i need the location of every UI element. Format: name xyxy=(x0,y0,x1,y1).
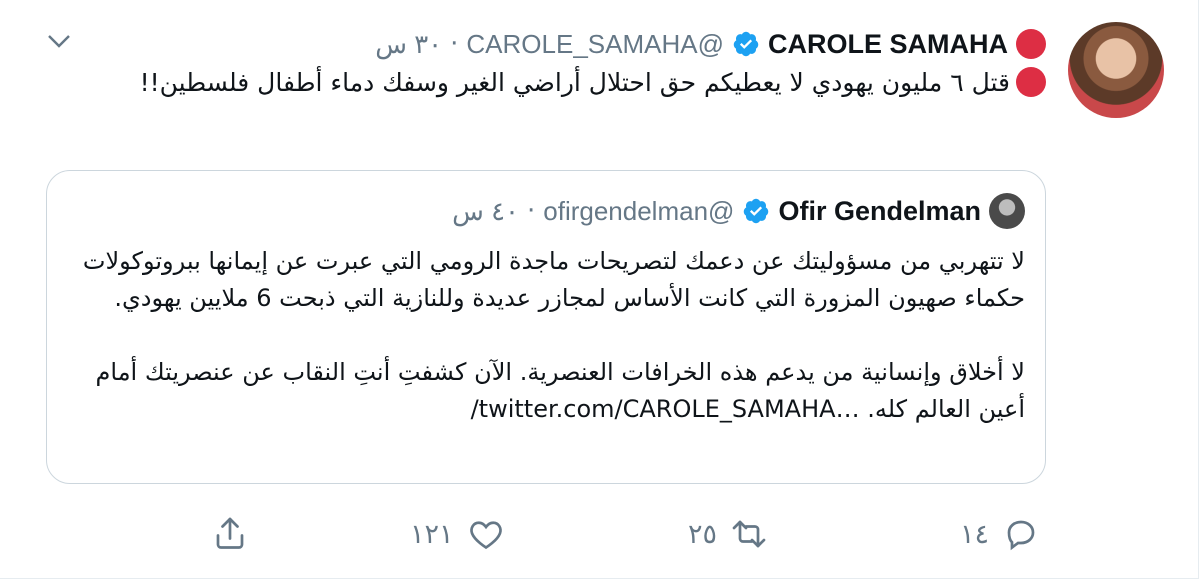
retweet-count: ٢٥ xyxy=(688,518,718,549)
like-count: ١٢١ xyxy=(410,518,454,549)
quoted-timestamp: ٤٠ س xyxy=(452,195,519,226)
author-avatar[interactable] xyxy=(1068,22,1164,118)
tweet-timestamp[interactable]: ٣٠ س xyxy=(375,29,442,60)
tweet-text-container: قتل ٦ مليون يهودي لا يعطيكم حق احتلال أر… xyxy=(86,64,1046,102)
heart-icon xyxy=(469,521,502,550)
red-circle-emoji-icon xyxy=(1016,67,1046,97)
quoted-tweet[interactable]: Ofir Gendelman @ofirgendelman · ٤٠ س لا … xyxy=(46,170,1046,484)
retweet-button[interactable]: ٢٥ xyxy=(688,516,767,552)
reply-button[interactable]: ١٤ xyxy=(960,516,1039,552)
retweet-icon xyxy=(732,520,766,548)
tweet-action-bar: ١٤ ٢٥ ١٢١ xyxy=(0,510,1200,566)
red-circle-emoji-icon xyxy=(1016,29,1046,59)
verified-badge-icon xyxy=(733,31,759,57)
separator-dot: · xyxy=(450,29,459,59)
quoted-author-avatar xyxy=(989,193,1025,229)
like-button[interactable]: ١٢١ xyxy=(410,516,504,552)
author-name[interactable]: CAROLE SAMAHA xyxy=(768,29,1008,60)
tweet-card: CAROLE SAMAHA @CAROLE_SAMAHA · ٣٠ س قتل … xyxy=(0,0,1199,579)
separator-dot: · xyxy=(527,196,536,226)
tweet-text: قتل ٦ مليون يهودي لا يعطيكم حق احتلال أر… xyxy=(139,68,1010,97)
share-button[interactable] xyxy=(212,516,248,552)
share-icon xyxy=(216,517,244,549)
chevron-down-icon[interactable] xyxy=(44,30,74,52)
reply-count: ١٤ xyxy=(960,518,990,549)
reply-icon xyxy=(1007,520,1035,551)
quoted-tweet-header: Ofir Gendelman @ofirgendelman · ٤٠ س xyxy=(452,193,1025,229)
quoted-tweet-text: لا تتهربي من مسؤوليتك عن دعمك لتصريحات م… xyxy=(82,247,1025,423)
quoted-author-name: Ofir Gendelman xyxy=(778,195,981,226)
tweet-header: CAROLE SAMAHA @CAROLE_SAMAHA · ٣٠ س xyxy=(375,24,1046,64)
verified-badge-icon xyxy=(744,198,769,224)
author-handle[interactable]: @CAROLE_SAMAHA xyxy=(466,29,724,60)
quoted-author-handle: @ofirgendelman xyxy=(543,195,735,226)
